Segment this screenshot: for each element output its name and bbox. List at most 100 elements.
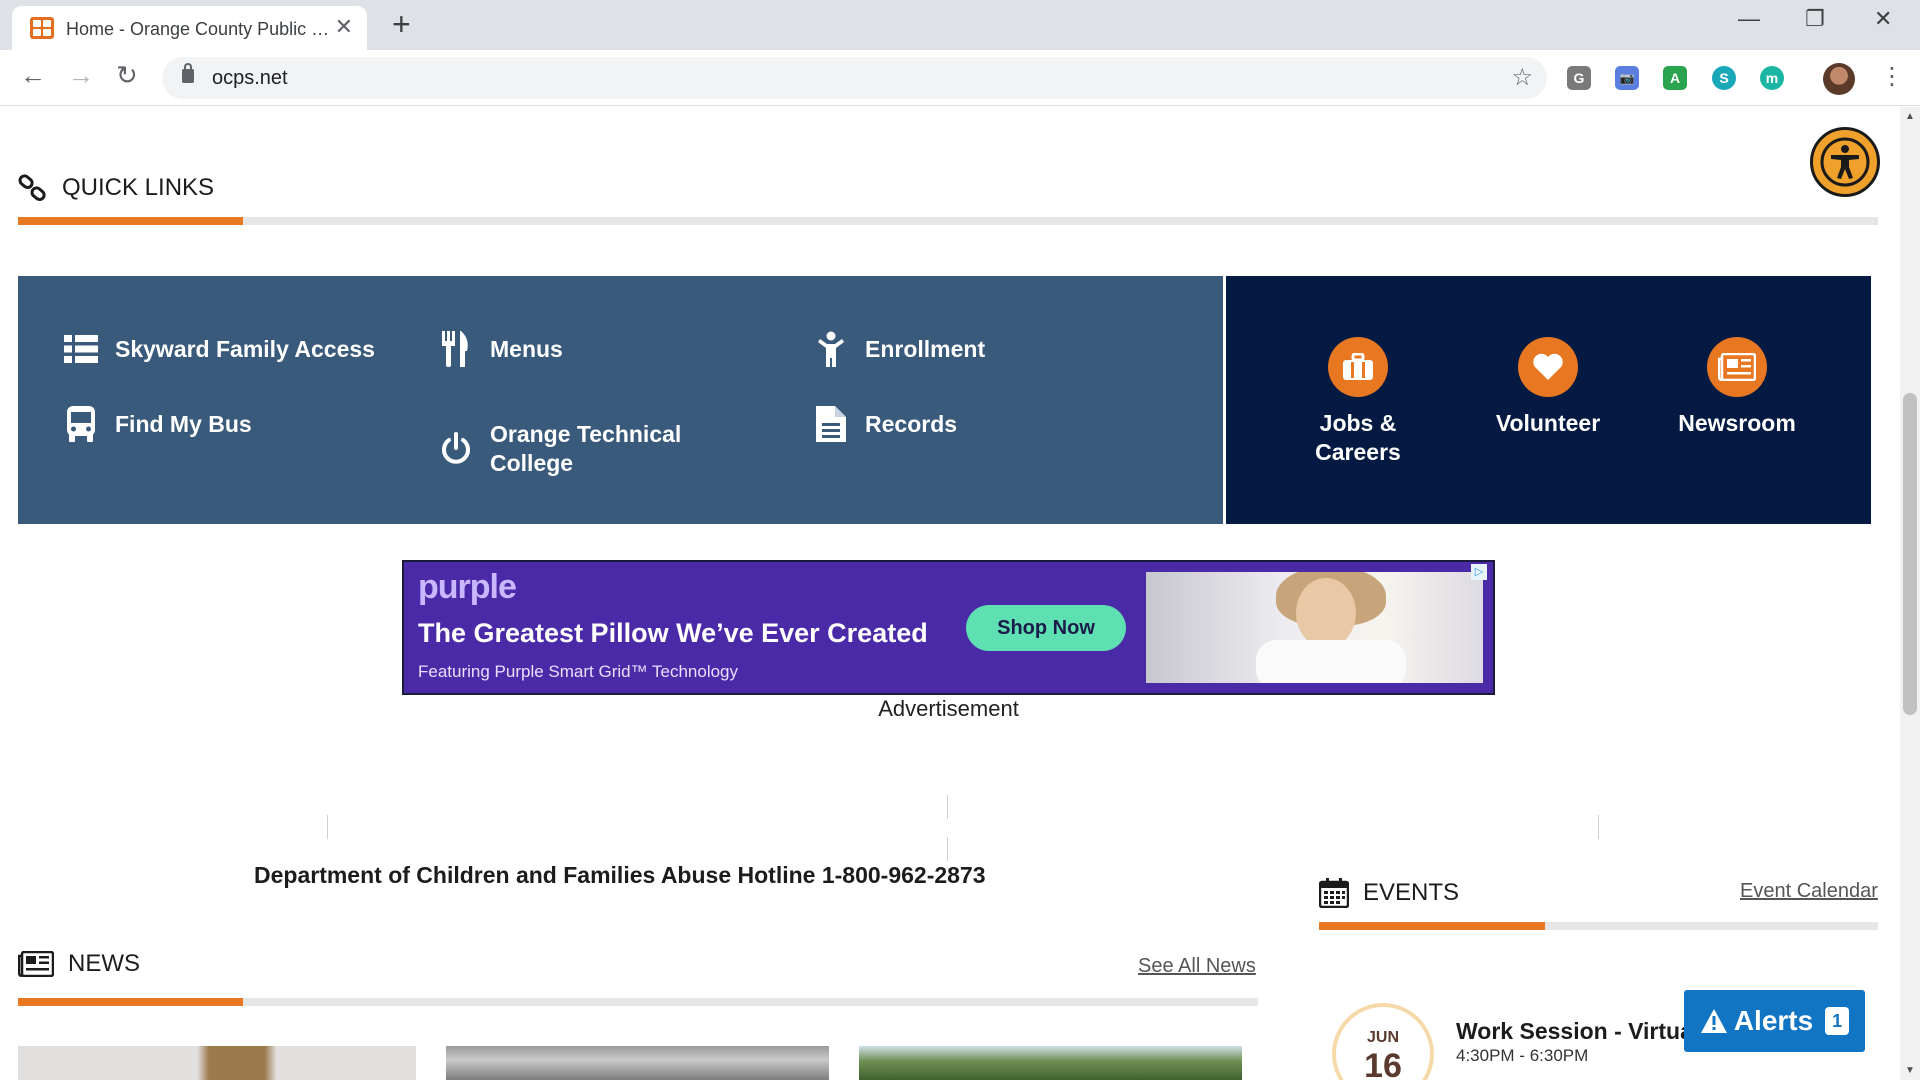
close-tab-icon[interactable]: ✕ (335, 14, 353, 40)
address-bar[interactable]: ocps.net ☆ (162, 57, 1547, 99)
restore-button[interactable]: ❐ (1805, 6, 1825, 32)
featured-label: Jobs & Careers (1315, 410, 1401, 465)
advertisement-banner[interactable]: purple The Greatest Pillow We’ve Ever Cr… (402, 560, 1495, 695)
accessibility-button[interactable] (1810, 127, 1880, 197)
browser-menu-icon[interactable]: ⋮ (1880, 62, 1904, 91)
page-scrollbar[interactable]: ▲ ▼ (1900, 107, 1920, 1080)
featured-volunteer[interactable]: Volunteer (1468, 337, 1628, 438)
alerts-count-badge: 1 (1825, 1007, 1850, 1035)
quick-link-menus[interactable]: Menus (438, 331, 563, 367)
event-month: JUN (1366, 1029, 1399, 1046)
newspaper-icon (1707, 337, 1767, 397)
quick-links-heading: QUICK LINKS (18, 173, 214, 203)
extension-g-icon[interactable]: G (1567, 66, 1591, 90)
divider (947, 837, 948, 861)
new-tab-button[interactable]: + (392, 6, 411, 43)
quick-links-divider-accent (18, 217, 243, 225)
quick-links-panel: Skyward Family Access Menus Enrollment F… (18, 276, 1223, 524)
quick-link-label: Find My Bus (115, 410, 252, 437)
minimize-button[interactable]: — (1738, 6, 1760, 32)
abuse-hotline-text: Department of Children and Families Abus… (254, 862, 986, 888)
quick-link-enrollment[interactable]: Enrollment (813, 331, 985, 367)
event-date-badge: JUN 16 (1332, 1003, 1434, 1080)
extension-a-icon[interactable]: A (1663, 66, 1687, 90)
scroll-down-arrow-icon[interactable]: ▼ (1905, 1065, 1915, 1076)
extension-m-icon[interactable]: m (1760, 66, 1784, 90)
scroll-thumb[interactable] (1903, 393, 1917, 715)
briefcase-icon (1328, 337, 1388, 397)
featured-jobs-careers[interactable]: Jobs & Careers (1278, 337, 1438, 467)
news-thumbnail-1[interactable] (18, 1046, 416, 1080)
url-text[interactable]: ocps.net (212, 67, 288, 90)
document-icon (813, 406, 849, 442)
quick-link-orange-technical-college[interactable]: Orange Technical College (438, 420, 738, 478)
news-divider (18, 998, 1258, 1006)
link-icon (18, 174, 46, 201)
browser-toolbar: ← → ↻ ocps.net ☆ G 📷 A S m ⋮ (0, 50, 1920, 106)
power-icon (438, 431, 474, 467)
events-heading: EVENTS (1319, 878, 1459, 908)
news-heading: NEWS (18, 950, 140, 978)
ad-product-image (1146, 572, 1483, 683)
featured-label: Newsroom (1678, 410, 1796, 436)
ad-label: Advertisement (878, 696, 1019, 721)
featured-newsroom[interactable]: Newsroom (1657, 337, 1817, 438)
page-viewport: QUICK LINKS Skyward Family Access Menus … (0, 107, 1920, 1080)
ad-shop-now-button[interactable]: Shop Now (966, 605, 1126, 651)
quick-link-label: Menus (490, 335, 563, 362)
newspaper-icon (18, 951, 54, 977)
accessibility-icon (1820, 137, 1870, 187)
divider (947, 795, 948, 819)
ocps-favicon-icon (30, 17, 54, 39)
calendar-icon (1319, 878, 1349, 908)
tab-title: Home - Orange County Public Schools (66, 19, 336, 39)
quick-links-divider (18, 217, 1878, 225)
events-divider-accent (1319, 922, 1545, 930)
heart-icon (1518, 337, 1578, 397)
news-divider-accent (18, 998, 243, 1006)
quick-link-label: Enrollment (865, 335, 986, 362)
quick-link-skyward[interactable]: Skyward Family Access (63, 331, 375, 367)
ad-headline: The Greatest Pillow We’ve Ever Created (418, 618, 928, 648)
browser-tab[interactable]: Home - Orange County Public Schools ✕ (12, 6, 367, 50)
featured-links-panel: Jobs & Careers Volunteer Newsroom (1226, 276, 1871, 524)
events-divider (1319, 922, 1878, 930)
ad-choices-icon[interactable]: ▷ (1471, 564, 1487, 580)
news-title: NEWS (68, 950, 140, 977)
alerts-button[interactable]: Alerts 1 (1684, 990, 1865, 1052)
news-thumbnail-2[interactable] (446, 1046, 829, 1080)
close-window-button[interactable]: ✕ (1874, 6, 1892, 32)
child-icon (813, 331, 849, 367)
ad-brand-logo: purple (418, 568, 517, 606)
ad-subline: Featuring Purple Smart Grid™ Technology (418, 662, 739, 681)
event-time: 4:30PM - 6:30PM (1456, 1046, 1589, 1065)
divider (327, 815, 328, 839)
scroll-up-arrow-icon[interactable]: ▲ (1905, 111, 1915, 122)
quick-link-records[interactable]: Records (813, 406, 957, 442)
news-thumbnail-3[interactable] (859, 1046, 1242, 1080)
quick-links-title: QUICK LINKS (62, 174, 215, 201)
alerts-label: Alerts (1733, 1005, 1814, 1036)
browser-tab-strip: Home - Orange County Public Schools ✕ + … (0, 0, 1920, 50)
profile-avatar[interactable] (1823, 63, 1855, 95)
bookmark-star-icon[interactable]: ☆ (1511, 63, 1533, 92)
event-calendar-link[interactable]: Event Calendar (1740, 880, 1878, 903)
forward-button[interactable]: → (68, 60, 94, 91)
event-day: 16 (1364, 1047, 1402, 1080)
extension-camera-icon[interactable]: 📷 (1615, 66, 1639, 90)
bus-icon (63, 406, 99, 442)
back-button[interactable]: ← (20, 60, 46, 91)
quick-link-label: Records (865, 410, 958, 437)
reload-button[interactable]: ↻ (116, 60, 138, 91)
divider (1598, 815, 1599, 839)
lock-icon (182, 63, 194, 83)
quick-link-label: Orange Technical College (490, 421, 682, 476)
warning-icon (1700, 1009, 1727, 1033)
utensils-icon (438, 331, 474, 367)
event-title[interactable]: Work Session - Virtual (1456, 1018, 1699, 1045)
list-icon (63, 331, 99, 367)
quick-link-find-my-bus[interactable]: Find My Bus (63, 406, 252, 442)
events-title: EVENTS (1363, 879, 1460, 906)
extension-s-icon[interactable]: S (1712, 66, 1736, 90)
see-all-news-link[interactable]: See All News (1138, 955, 1256, 978)
